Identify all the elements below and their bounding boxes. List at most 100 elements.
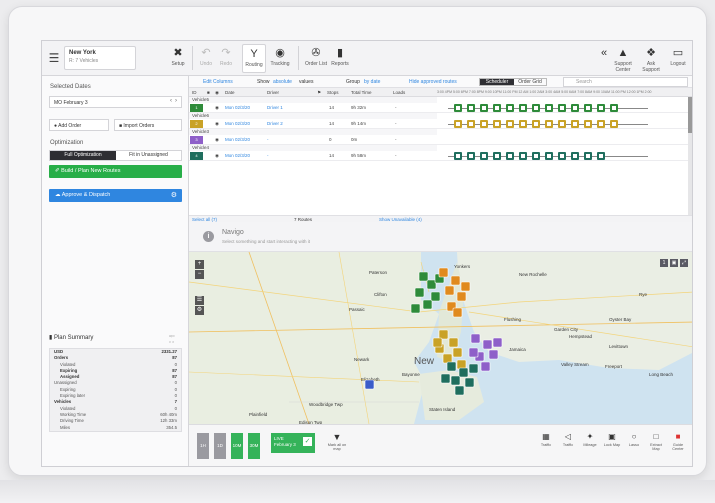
col-date[interactable]: Date [225,88,235,97]
col-stops[interactable]: Stops [327,88,339,97]
eye-icon[interactable]: ◉ [215,103,219,113]
tab-scheduler[interactable]: Scheduler [480,79,514,85]
timeline-stop[interactable] [506,104,514,112]
route-timeline[interactable] [444,104,684,112]
city-selector[interactable]: New York R: 7 Vehicles [64,46,136,70]
route-timeline[interactable] [444,152,684,160]
timeline-stop[interactable] [571,104,579,112]
tracking-tab[interactable]: ◉ Tracking [268,44,292,73]
timeline-stop[interactable] [506,120,514,128]
map-stop-marker[interactable] [482,339,493,350]
map-tool-button[interactable]: ✦ Mileage [581,431,599,447]
add-order-button[interactable]: ● Add Order [49,119,109,131]
timeline-stop[interactable] [571,120,579,128]
timeline-zoom-button[interactable]: 30M [248,433,260,459]
map-stop-marker[interactable] [452,307,463,318]
timeline-stop[interactable] [532,104,540,112]
route-row[interactable]: 1 Mon 02/3/20 Driver 1 14 9h 32m - ◉ [189,103,692,113]
timeline-stop[interactable] [519,120,527,128]
map-stop-marker[interactable] [446,361,457,372]
timeline-stop[interactable] [597,104,605,112]
collapse-button[interactable]: « [600,44,608,73]
timeline-stop[interactable] [480,104,488,112]
timeline-stop[interactable] [493,120,501,128]
map-stop-marker[interactable] [444,285,455,296]
col-total-time[interactable]: Total Time [351,88,372,97]
map-tool-button[interactable]: ◁ Traffic [559,431,577,447]
logout-button[interactable]: ▭ Logout [668,44,688,73]
route-timeline[interactable] [444,136,684,144]
map-stop-marker[interactable] [460,281,471,292]
eye-icon[interactable]: ◉ [215,135,219,145]
timeline-stop[interactable] [558,120,566,128]
timeline-zoom-button[interactable]: 1H [197,433,209,459]
eye-icon[interactable]: ◉ [215,151,219,161]
map-stop-marker[interactable] [438,267,449,278]
map-stop-marker[interactable] [470,333,481,344]
timeline-stop[interactable] [454,120,462,128]
map-tool-button[interactable]: □ Extract Map [647,431,665,451]
support-center-button[interactable]: ▲ Support Center [612,44,634,73]
map-stop-marker[interactable] [364,379,375,390]
map-stop-marker[interactable] [458,367,469,378]
setup-button[interactable]: ✖ Setup [167,44,189,73]
map-stop-marker[interactable] [414,287,425,298]
map-stop-marker[interactable] [448,337,459,348]
timeline-stop[interactable] [519,152,527,160]
route-row[interactable]: 3 Mon 02/3/20 - 0 0m - ◉ [189,135,692,145]
map-stop-marker[interactable] [454,385,465,396]
timeline-stop[interactable] [558,152,566,160]
timeline-stop[interactable] [467,120,475,128]
col-loads[interactable]: Loads [393,88,405,97]
timeline-stop[interactable] [584,104,592,112]
gear-icon[interactable]: ⚙ [171,189,177,202]
timeline-stop[interactable] [454,152,462,160]
col-id[interactable]: ID [192,88,197,97]
map-tool-button[interactable]: ▣ Lock Map [603,431,621,447]
timeline-stop[interactable] [467,104,475,112]
fullscreen-icon[interactable]: ⤢ [680,259,688,267]
route-timeline[interactable] [444,120,684,128]
map-route-button[interactable]: ▣ [670,259,678,267]
map-stop-marker[interactable] [418,271,429,282]
timeline-stop[interactable] [610,120,618,128]
undo-button[interactable]: ↶ Undo [197,44,215,73]
route-row[interactable]: 4 Mon 02/3/20 - 14 9h 58m - ◉ [189,151,692,161]
show-value-link[interactable]: absolute [273,76,292,88]
col-driver[interactable]: Driver [267,88,279,97]
map-stop-marker[interactable] [456,359,467,370]
map-stop-marker[interactable] [464,377,475,388]
timeline-stop[interactable] [545,104,553,112]
table-scrollbar[interactable] [688,97,692,215]
map-stop-marker[interactable] [430,291,441,302]
timeline-stop[interactable] [454,104,462,112]
map-stop-marker[interactable] [432,337,443,348]
mark-all-button[interactable]: ▼ Mark all on map [327,431,347,451]
map-stop-marker[interactable] [452,347,463,358]
group-value-link[interactable]: by date [364,76,380,88]
map-stop-marker[interactable] [440,373,451,384]
timeline-stop[interactable] [584,120,592,128]
timeline-stop[interactable] [480,152,488,160]
build-routes-button[interactable]: ✐ Build / Plan New Routes [49,165,182,178]
timeline-stop[interactable] [506,152,514,160]
ask-support-button[interactable]: ❖ Ask Support [640,44,662,73]
timeline-stop[interactable] [571,152,579,160]
timeline-zoom-button[interactable]: 10M [231,433,243,459]
map-stop-marker[interactable] [480,361,491,372]
timeline-zoom-button[interactable]: 1D [214,433,226,459]
map-tool-button[interactable]: ○ Lasso [625,431,643,447]
map-stop-marker[interactable] [410,303,421,314]
map-stop-marker[interactable] [468,363,479,374]
timeline-stop[interactable] [493,152,501,160]
map-fit-button[interactable]: 1 [660,259,668,267]
tab-order-grid[interactable]: Order Grid [514,79,546,85]
map-stop-marker[interactable] [442,353,453,364]
timeline-stop[interactable] [584,152,592,160]
map-stop-marker[interactable] [422,299,433,310]
edit-columns-link[interactable]: Edit Columns [203,76,233,88]
timeline-stop[interactable] [532,152,540,160]
timeline-stop[interactable] [558,104,566,112]
timeline-stop[interactable] [545,120,553,128]
eye-icon[interactable]: ◉ [215,119,219,129]
